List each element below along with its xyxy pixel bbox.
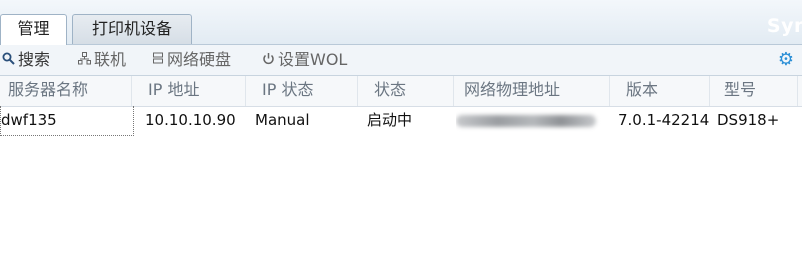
power-icon (262, 51, 275, 73)
table-header: 服务器名称 IP 地址 IP 状态 状态 网络物理地址 版本 型号 (0, 76, 802, 107)
connect-label: 联机 (94, 50, 127, 69)
cell-status: 启动中 (367, 111, 413, 129)
toolbar: 搜索 联机 网络硬盘 设置WOL ⚙ (0, 45, 802, 76)
search-button[interactable]: 搜索 (2, 49, 50, 71)
column-mac-address[interactable]: 网络物理地址 (456, 76, 610, 106)
column-ip-address[interactable]: IP 地址 (140, 76, 246, 106)
tab-manage[interactable]: 管理 (0, 14, 67, 45)
table-row[interactable]: dwf135 10.10.10.90 Manual 启动中 7.0.1-4221… (0, 106, 802, 136)
search-label: 搜索 (18, 50, 51, 69)
tab-printer-devices[interactable]: 打印机设备 (72, 14, 192, 44)
map-drive-button[interactable]: 网络硬盘 (153, 49, 231, 71)
tab-strip: 管理 打印机设备 Syn (0, 0, 802, 45)
cell-version: 7.0.1-42214 (618, 111, 710, 129)
wol-label: 设置WOL (278, 50, 348, 69)
column-version[interactable]: 版本 (618, 76, 710, 106)
map-drive-label: 网络硬盘 (167, 50, 232, 69)
column-status[interactable]: 状态 (366, 76, 454, 106)
cell-model: DS918+ (717, 111, 780, 129)
column-server-name[interactable]: 服务器名称 (0, 76, 132, 106)
column-ip-status[interactable]: IP 状态 (254, 76, 358, 106)
search-icon (2, 51, 15, 73)
wol-button[interactable]: 设置WOL (262, 49, 347, 71)
gear-icon[interactable]: ⚙ (778, 50, 794, 70)
connect-button[interactable]: 联机 (78, 49, 126, 71)
blurred-mac-address (456, 115, 596, 127)
cell-ip-status: Manual (255, 111, 310, 129)
cell-ip-address: 10.10.10.90 (145, 111, 236, 129)
cell-mac-address (456, 106, 606, 136)
brand-logo: Syn (766, 15, 802, 37)
drive-icon (153, 51, 164, 73)
network-icon (78, 51, 91, 73)
column-model[interactable]: 型号 (716, 76, 798, 106)
cell-server-name: dwf135 (0, 106, 134, 136)
